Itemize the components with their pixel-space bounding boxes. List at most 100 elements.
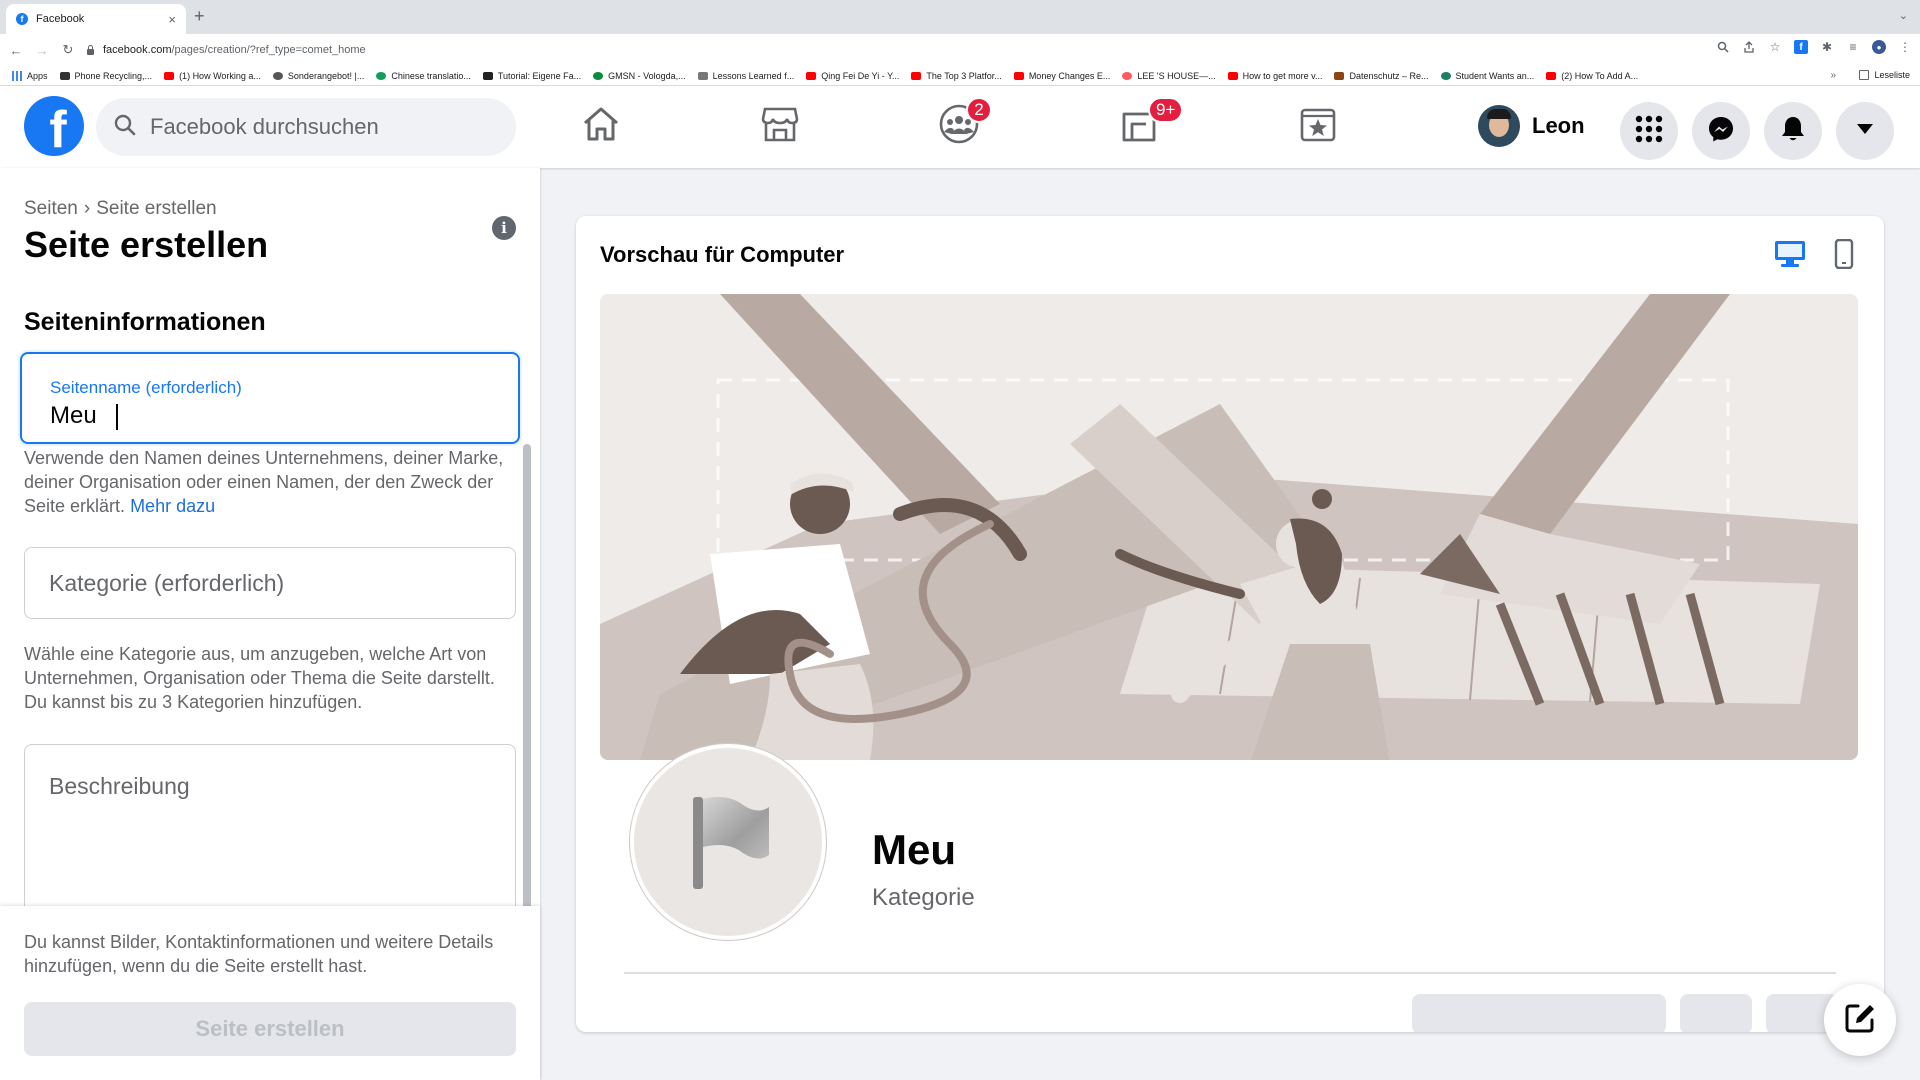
info-icon[interactable]: i [492, 216, 516, 240]
breadcrumb-separator: › [83, 198, 91, 219]
page-name-help-text: Verwende den Namen deines Unternehmens, … [24, 448, 504, 516]
back-icon[interactable]: ← [6, 43, 26, 58]
bookmark-item[interactable]: Lessons Learned f... [697, 71, 794, 81]
bookmark-item[interactable]: LEE 'S HOUSE—... [1122, 71, 1216, 81]
page-name-help: Verwende den Namen deines Unternehmens, … [24, 446, 514, 518]
browser-toolbar: ← → ↻ facebook.com/pages/creation/?ref_t… [0, 34, 1920, 66]
breadcrumb: Seiten › Seite erstellen [24, 198, 217, 220]
preview-divider [624, 972, 1836, 974]
search-bar[interactable] [96, 98, 516, 156]
gaming-badge: 9+ [1148, 97, 1184, 123]
bookmark-item[interactable]: How to get more v... [1227, 71, 1322, 81]
watch-icon [1299, 105, 1337, 148]
browser-tab-strip: f Facebook × + ⌄ [0, 0, 1920, 34]
learn-more-link[interactable]: Mehr dazu [130, 496, 215, 516]
hashtag-icon [482, 71, 493, 80]
bookmark-item[interactable]: Tutorial: Eigene Fa... [482, 71, 581, 81]
breadcrumb-pages-link[interactable]: Seiten [24, 198, 78, 219]
marketplace-icon [760, 105, 800, 148]
account-caret-icon [1856, 122, 1874, 140]
close-tab-icon[interactable]: × [168, 12, 176, 27]
apps-grid-icon [12, 70, 22, 81]
reading-list-button[interactable]: Leseliste [1859, 70, 1910, 80]
bookmark-item[interactable]: GMSN - Vologda,... [593, 71, 686, 81]
profile-name: Leon [1532, 113, 1585, 138]
facebook-extension-icon[interactable]: f [1794, 40, 1808, 54]
browser-menu-icon[interactable]: ⋮ [1898, 40, 1912, 54]
bookmarks-overflow-icon[interactable]: » [1830, 70, 1836, 81]
media-control-icon[interactable]: ≡ [1846, 40, 1860, 54]
nav-groups[interactable]: 2 [936, 97, 992, 149]
nav-home[interactable] [578, 103, 624, 149]
mobile-preview-toggle[interactable] [1826, 238, 1862, 272]
youtube-icon [911, 71, 922, 80]
desktop-preview-toggle[interactable] [1772, 240, 1808, 272]
zoom-icon[interactable] [1716, 40, 1730, 54]
share-icon[interactable] [1742, 40, 1756, 54]
account-button[interactable] [1836, 102, 1894, 160]
bookmark-item[interactable]: Money Changes E... [1013, 71, 1110, 81]
bookmark-item[interactable]: Sonderangebot! |... [272, 71, 364, 81]
create-page-button[interactable]: Seite erstellen [24, 1002, 516, 1056]
notifications-button[interactable] [1764, 102, 1822, 160]
bookmark-apps[interactable]: Apps [12, 70, 48, 81]
preview-action-placeholder [1680, 994, 1752, 1032]
bookmark-item[interactable]: Qing Fei De Yi - Y... [806, 71, 899, 81]
bookmark-item[interactable]: Student Wants an... [1440, 71, 1534, 81]
nav-marketplace[interactable] [757, 103, 803, 149]
category-help: Wähle eine Kategorie aus, um anzugeben, … [24, 644, 495, 712]
menu-button[interactable] [1620, 102, 1678, 160]
description-field[interactable]: Beschreibung [24, 744, 516, 924]
new-tab-button[interactable]: + [194, 6, 205, 27]
bookmark-favicon-icon [1440, 71, 1451, 80]
menu-grid-icon [1635, 115, 1663, 148]
bookmark-star-icon[interactable]: ☆ [1768, 40, 1782, 54]
messenger-button[interactable] [1692, 102, 1750, 160]
bookmark-item[interactable]: (1) How Working a... [164, 71, 261, 81]
address-bar[interactable]: facebook.com/pages/creation/?ref_type=co… [86, 38, 1726, 62]
youtube-icon [164, 71, 175, 80]
extensions-icon[interactable]: ✱ [1820, 40, 1834, 54]
preview-title: Vorschau für Computer [600, 242, 845, 267]
browser-actions: ☆ f ✱ ≡ ● ⋮ [1716, 40, 1912, 54]
panel-footer: Du kannst Bilder, Kontaktinformationen u… [0, 906, 540, 1080]
cover-illustration [600, 294, 1858, 760]
bookmark-item[interactable]: Chinese translatio... [376, 71, 471, 81]
page-name-label: Seitenname (erforderlich) [50, 378, 242, 397]
search-input[interactable] [150, 114, 490, 140]
bookmark-favicon-icon [59, 71, 70, 80]
search-icon [114, 114, 136, 141]
bookmark-item[interactable]: The Top 3 Platfor... [911, 71, 1002, 81]
youtube-icon [1546, 71, 1557, 80]
breadcrumb-current: Seite erstellen [96, 198, 217, 219]
bookmarks-bar: Apps Phone Recycling,... (1) How Working… [0, 66, 1920, 86]
profile-shortcut[interactable]: Leon [1478, 100, 1585, 152]
reload-icon[interactable]: ↻ [58, 42, 78, 58]
nav-watch[interactable] [1295, 103, 1341, 149]
home-icon [581, 105, 621, 148]
category-field[interactable]: Kategorie (erforderlich) [24, 547, 516, 619]
preview-page-name: Meu [872, 826, 956, 873]
bookmark-item[interactable]: Phone Recycling,... [59, 71, 152, 81]
text-cursor [116, 404, 118, 430]
nav-gaming[interactable]: 9+ [1116, 97, 1184, 149]
forward-icon[interactable]: → [32, 43, 52, 58]
desktop-icon [1774, 240, 1806, 273]
tab-search-icon[interactable]: ⌄ [1899, 9, 1908, 22]
new-message-button[interactable] [1824, 984, 1896, 1056]
preview-card: Vorschau für Computer Meu Kategorie [576, 216, 1884, 1032]
compose-icon [1844, 1002, 1876, 1039]
notifications-icon [1780, 115, 1806, 148]
bookmark-item[interactable]: (2) How To Add A... [1546, 71, 1638, 81]
facebook-logo[interactable]: f [24, 96, 84, 156]
preview-category: Kategorie [872, 884, 975, 911]
reading-list-icon [1859, 70, 1870, 80]
page-name-field[interactable]: Seitenname (erforderlich) [20, 352, 520, 444]
browser-tab[interactable]: f Facebook × [6, 4, 186, 34]
bookmark-favicon-icon [1334, 71, 1345, 80]
description-placeholder: Beschreibung [49, 773, 190, 799]
facebook-top-bar: f 2 9+ Leon [0, 86, 1920, 168]
browser-profile-icon[interactable]: ● [1872, 40, 1886, 54]
bookmark-item[interactable]: Datenschutz – Re... [1334, 71, 1429, 81]
youtube-icon [1227, 71, 1238, 80]
